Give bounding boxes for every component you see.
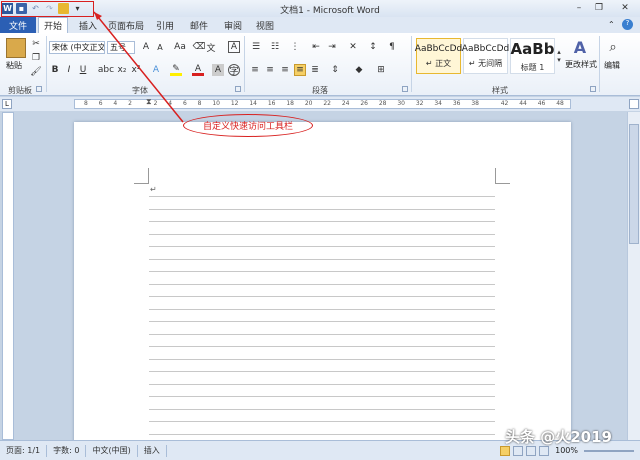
insert-mode[interactable]: 插入 [138,444,167,457]
callout-label: 自定义快速访问工具栏 [183,114,313,137]
page-indicator[interactable]: 页面: 1/1 [0,444,48,457]
watermark: 头条 @火2019 [505,428,612,446]
reading-view-icon[interactable] [513,445,524,456]
print-layout-icon[interactable] [500,445,511,456]
language-indicator[interactable]: 中文(中国) [86,444,138,457]
view-buttons[interactable] [500,445,550,456]
zoom-level[interactable]: 100% [549,446,584,455]
word-count[interactable]: 字数: 0 [47,444,87,457]
zoom-slider[interactable] [584,449,634,452]
annotation-arrow [93,11,184,123]
web-layout-icon[interactable] [526,445,537,456]
outline-view-icon[interactable] [539,445,550,456]
word-window: W ▪ ↶ ↷ ▾ 文档1 - Microsoft Word – ❐ ✕ 文件 … [0,0,640,460]
